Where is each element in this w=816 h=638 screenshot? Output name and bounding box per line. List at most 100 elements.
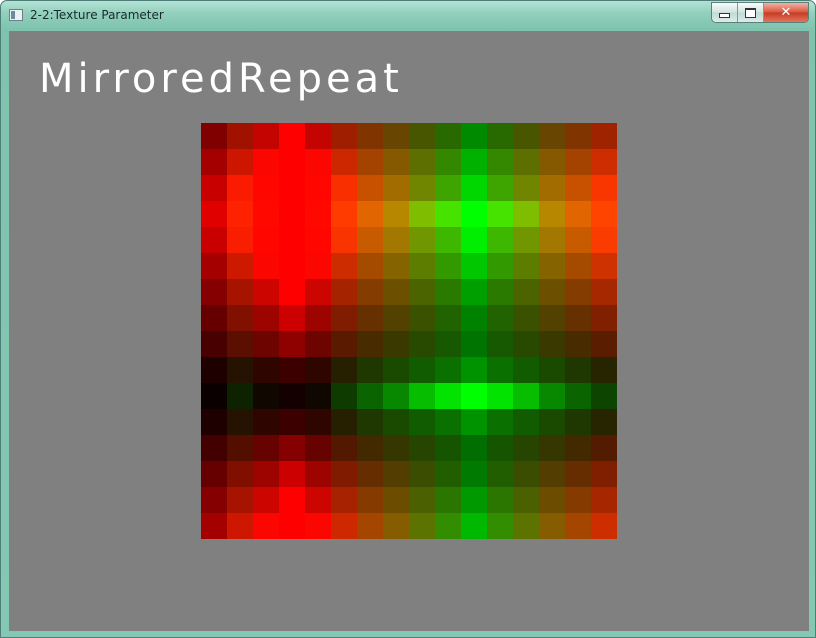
texel-cell: [279, 253, 306, 280]
texel-cell: [487, 305, 514, 332]
texel-cell: [331, 149, 358, 176]
texel-cell: [461, 279, 488, 306]
texel-cell: [383, 331, 410, 358]
texel-cell: [487, 175, 514, 202]
texel-cell: [227, 461, 254, 488]
texel-cell: [227, 487, 254, 514]
window-title: 2-2:Texture Parameter: [30, 8, 164, 22]
texel-cell: [383, 357, 410, 384]
texel-cell: [409, 435, 436, 462]
texel-cell: [201, 409, 228, 436]
texel-cell: [461, 305, 488, 332]
render-viewport[interactable]: MirroredRepeat: [9, 31, 809, 631]
texel-cell: [331, 409, 358, 436]
texel-cell: [357, 123, 384, 150]
texel-cell: [539, 149, 566, 176]
texel-cell: [409, 201, 436, 228]
texel-cell: [305, 201, 332, 228]
texel-cell: [487, 357, 514, 384]
texel-cell: [279, 357, 306, 384]
texel-cell: [357, 383, 384, 410]
texel-cell: [279, 123, 306, 150]
texel-cell: [227, 279, 254, 306]
title-bar[interactable]: 2-2:Texture Parameter ✕: [1, 1, 815, 30]
texel-cell: [487, 461, 514, 488]
texel-cell: [539, 409, 566, 436]
texel-cell: [513, 383, 540, 410]
texel-cell: [565, 383, 592, 410]
texel-cell: [539, 357, 566, 384]
texel-cell: [539, 175, 566, 202]
texel-cell: [201, 227, 228, 254]
texel-cell: [513, 409, 540, 436]
window-controls: ✕: [711, 2, 809, 23]
texel-cell: [435, 461, 462, 488]
texel-cell: [461, 253, 488, 280]
texel-cell: [279, 383, 306, 410]
texel-cell: [331, 383, 358, 410]
texel-cell: [279, 279, 306, 306]
texel-cell: [591, 279, 617, 306]
texel-cell: [253, 253, 280, 280]
texel-cell: [331, 357, 358, 384]
texel-cell: [409, 149, 436, 176]
texel-cell: [565, 513, 592, 539]
texel-cell: [487, 201, 514, 228]
texel-cell: [409, 279, 436, 306]
texel-cell: [409, 175, 436, 202]
texel-cell: [253, 201, 280, 228]
texel-cell: [435, 227, 462, 254]
texel-cell: [201, 331, 228, 358]
texel-cell: [591, 305, 617, 332]
texel-cell: [461, 201, 488, 228]
texel-cell: [461, 487, 488, 514]
texel-cell: [305, 149, 332, 176]
texel-cell: [461, 227, 488, 254]
texel-cell: [227, 513, 254, 539]
texel-cell: [435, 331, 462, 358]
texel-cell: [201, 357, 228, 384]
texel-cell: [435, 435, 462, 462]
texel-cell: [565, 357, 592, 384]
minimize-button[interactable]: [712, 3, 738, 22]
texel-cell: [565, 253, 592, 280]
texel-cell: [565, 409, 592, 436]
texel-cell: [253, 513, 280, 539]
texel-cell: [461, 435, 488, 462]
texel-cell: [435, 357, 462, 384]
texel-cell: [435, 123, 462, 150]
texel-cell: [461, 409, 488, 436]
texel-cell: [253, 487, 280, 514]
texel-cell: [539, 279, 566, 306]
texel-cell: [201, 279, 228, 306]
texel-cell: [487, 513, 514, 539]
wrap-mode-label: MirroredRepeat: [39, 56, 403, 102]
texel-cell: [227, 383, 254, 410]
texel-cell: [305, 435, 332, 462]
texel-cell: [513, 123, 540, 150]
texture-grid: [201, 123, 617, 539]
texel-cell: [461, 123, 488, 150]
texel-cell: [409, 305, 436, 332]
texel-cell: [357, 461, 384, 488]
minimize-icon: [719, 13, 730, 18]
texel-cell: [591, 487, 617, 514]
texel-cell: [357, 331, 384, 358]
texel-cell: [201, 175, 228, 202]
app-window-icon[interactable]: [9, 9, 23, 21]
texel-cell: [461, 357, 488, 384]
texel-cell: [331, 435, 358, 462]
texel-cell: [461, 383, 488, 410]
texel-cell: [591, 409, 617, 436]
texel-cell: [201, 487, 228, 514]
texel-cell: [487, 331, 514, 358]
texel-cell: [435, 175, 462, 202]
texel-cell: [591, 331, 617, 358]
close-button[interactable]: ✕: [764, 3, 808, 22]
texel-cell: [227, 409, 254, 436]
texel-cell: [513, 175, 540, 202]
texel-cell: [591, 123, 617, 150]
texel-cell: [201, 201, 228, 228]
maximize-button[interactable]: [738, 3, 764, 22]
texel-cell: [253, 383, 280, 410]
